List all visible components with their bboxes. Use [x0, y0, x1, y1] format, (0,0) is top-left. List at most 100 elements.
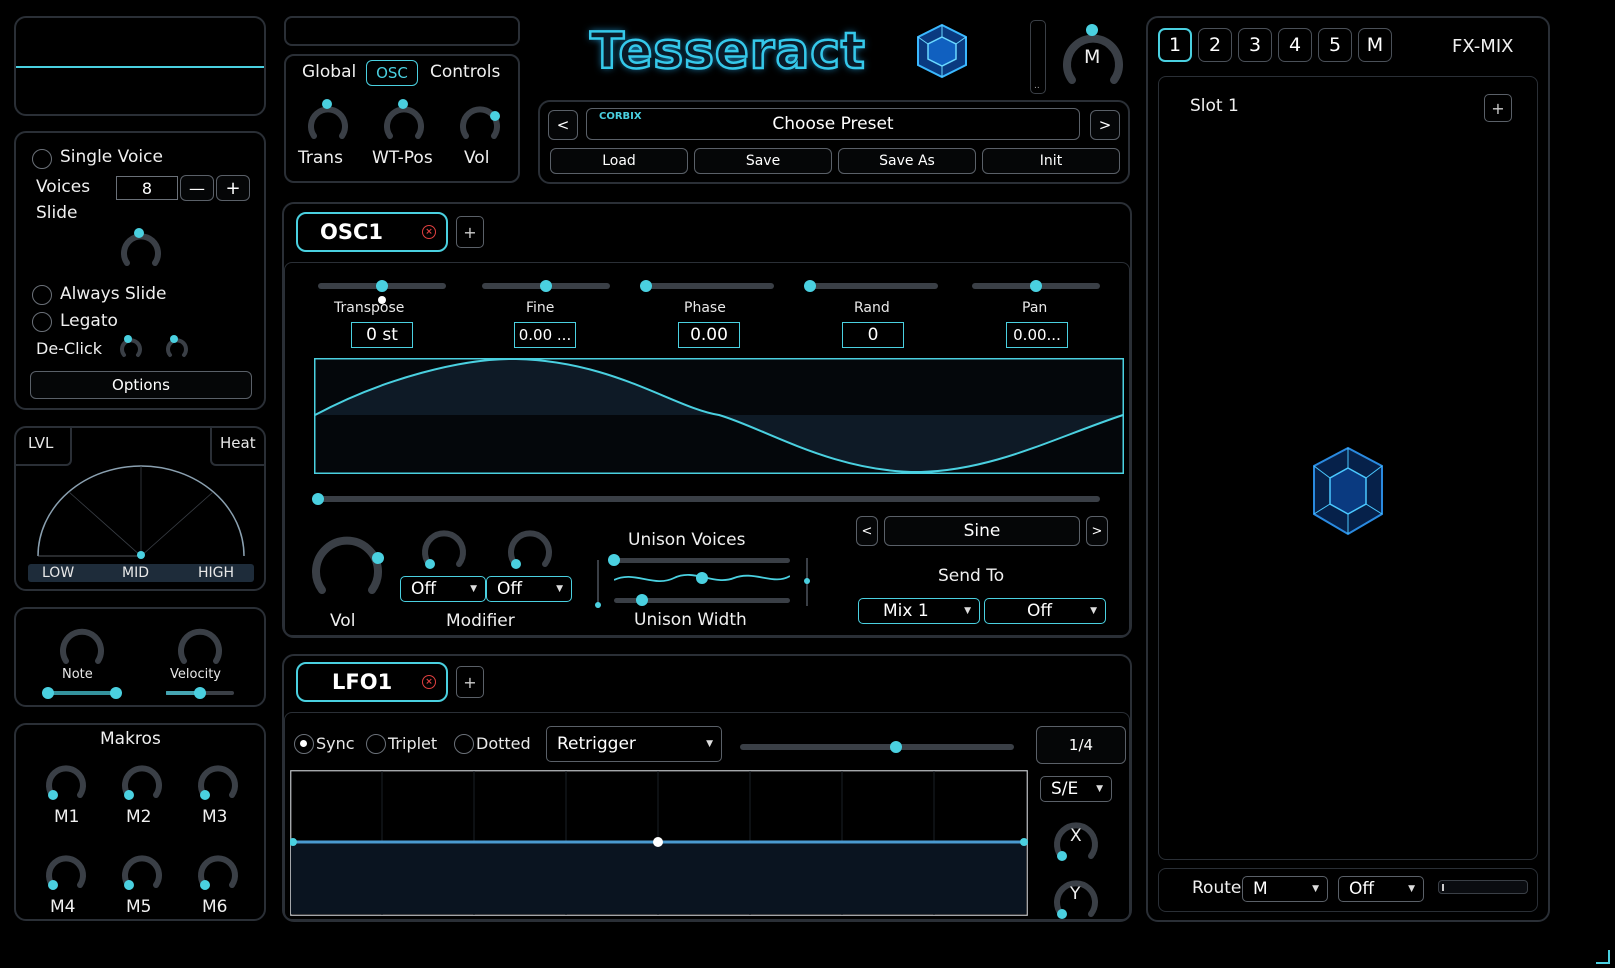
fx-slot-tab-2[interactable]: 2 — [1198, 28, 1232, 62]
waveform-display — [314, 358, 1124, 474]
wavetable-position-handle[interactable] — [312, 493, 324, 505]
makro-knob-m1[interactable] — [42, 757, 90, 801]
preset-save-as-button[interactable]: Save As — [838, 148, 976, 174]
rand-value[interactable]: 0 — [842, 322, 904, 348]
add-lfo-button[interactable]: + — [456, 666, 484, 698]
declick-knob-1[interactable] — [118, 333, 144, 359]
waveform-prev-button[interactable]: < — [856, 516, 878, 546]
makro-knob-m6[interactable] — [194, 847, 242, 891]
lfo-tab[interactable]: LFO1 × — [296, 662, 448, 702]
modifier-1-value: Off — [411, 579, 437, 599]
slide-knob[interactable] — [116, 223, 166, 273]
trans-knob[interactable] — [304, 96, 352, 142]
send-to-dropdown-2[interactable]: Off ▼ — [984, 598, 1106, 624]
top-empty-field[interactable] — [284, 16, 520, 46]
note-knob[interactable] — [54, 617, 110, 667]
tab-osc[interactable]: OSC — [366, 60, 418, 86]
rand-handle[interactable] — [804, 280, 816, 292]
band-low[interactable]: LOW — [42, 565, 74, 581]
fx-slot-5-label: 5 — [1328, 34, 1342, 56]
transpose-value[interactable]: 0 st — [351, 322, 413, 348]
tab-controls[interactable]: Controls — [430, 62, 500, 82]
fx-add-button[interactable]: + — [1484, 94, 1512, 122]
makro-knob-m4[interactable] — [42, 847, 90, 891]
tab-global[interactable]: Global — [302, 62, 356, 82]
phase-value[interactable]: 0.00 — [678, 322, 740, 348]
lfo-shape-editor[interactable] — [290, 770, 1028, 916]
osc-tab[interactable]: OSC1 × — [296, 212, 448, 252]
fx-slot-tab-3[interactable]: 3 — [1238, 28, 1272, 62]
velocity-range-handle[interactable] — [194, 687, 206, 699]
waveform-next-button[interactable]: > — [1086, 516, 1108, 546]
declick-knob-2[interactable] — [164, 333, 190, 359]
fx-slot-tab-1[interactable]: 1 — [1158, 28, 1192, 62]
modifier-dropdown-2[interactable]: Off ▼ — [486, 576, 572, 602]
fx-mix-label[interactable]: FX-MIX — [1452, 36, 1513, 57]
note-range-low-handle[interactable] — [42, 687, 54, 699]
preset-prev-button[interactable]: < — [548, 110, 578, 140]
options-button[interactable]: Options — [30, 371, 252, 399]
rand-slider[interactable] — [810, 283, 938, 289]
fx-slot-tab-m[interactable]: M — [1358, 28, 1392, 62]
preset-load-button[interactable]: Load — [550, 148, 688, 174]
lfo-rate-slider[interactable] — [740, 744, 1014, 750]
lfo-rate-handle[interactable] — [890, 741, 902, 753]
osc-vol-knob[interactable] — [306, 524, 388, 598]
modifier-knob-1[interactable] — [418, 522, 470, 570]
lfo-rate-value[interactable]: 1/4 — [1036, 726, 1126, 764]
route-dropdown-1[interactable]: M ▼ — [1242, 876, 1328, 902]
route-amount-slider[interactable] — [1438, 880, 1528, 894]
makro-knob-m3[interactable] — [194, 757, 242, 801]
band-high[interactable]: HIGH — [198, 565, 234, 581]
route-dropdown-2[interactable]: Off ▼ — [1338, 876, 1424, 902]
preset-save-button[interactable]: Save — [694, 148, 832, 174]
band-mid[interactable]: MID — [122, 565, 149, 581]
voices-increment-button[interactable]: + — [216, 175, 250, 201]
waveform-selector[interactable]: Sine — [884, 516, 1080, 546]
level-panel: LVL Heat LOW MID HIGH — [14, 426, 266, 591]
send-to-dropdown-1[interactable]: Mix 1 ▼ — [858, 598, 980, 624]
triplet-radio[interactable] — [366, 734, 386, 754]
unison-width-handle[interactable] — [636, 594, 648, 606]
makro-knob-m5[interactable] — [118, 847, 166, 891]
makro-knob-m2[interactable] — [118, 757, 166, 801]
lfo-se-dropdown[interactable]: S/E ▼ — [1040, 776, 1112, 802]
preset-next-button[interactable]: > — [1090, 110, 1120, 140]
pan-handle[interactable] — [1030, 280, 1042, 292]
modifier-dropdown-1[interactable]: Off ▼ — [400, 576, 486, 602]
phase-handle[interactable] — [640, 280, 652, 292]
sync-radio[interactable] — [294, 734, 314, 754]
wavetable-position-slider[interactable] — [316, 496, 1100, 502]
note-range-high-handle[interactable] — [110, 687, 122, 699]
fine-handle[interactable] — [540, 280, 552, 292]
close-icon[interactable]: × — [422, 225, 436, 239]
dotted-radio[interactable] — [454, 734, 474, 754]
velocity-knob[interactable] — [172, 617, 228, 667]
close-icon[interactable]: × — [422, 675, 436, 689]
legato-radio[interactable] — [32, 312, 52, 332]
unison-voices-slider[interactable] — [614, 558, 790, 563]
preset-init-button[interactable]: Init — [982, 148, 1120, 174]
voices-decrement-button[interactable]: — — [180, 175, 214, 201]
fx-slot-tab-5[interactable]: 5 — [1318, 28, 1352, 62]
note-range-slider[interactable] — [46, 691, 116, 695]
pan-value[interactable]: 0.00... — [1006, 322, 1068, 348]
add-osc-button[interactable]: + — [456, 216, 484, 248]
chevron-left-icon: < — [556, 116, 570, 134]
vol-knob-global[interactable] — [456, 96, 504, 142]
lfo-mode-dropdown[interactable]: Retrigger ▼ — [546, 726, 722, 762]
plus-icon: + — [463, 672, 477, 692]
preset-name-display[interactable]: CORBIX Choose Preset — [586, 108, 1080, 140]
fine-value[interactable]: 0.00 ... — [514, 322, 576, 348]
voices-value-field[interactable]: 8 — [116, 176, 178, 200]
fx-slot-tab-4[interactable]: 4 — [1278, 28, 1312, 62]
transpose-handle[interactable] — [376, 280, 388, 292]
unison-voices-handle[interactable] — [608, 554, 620, 566]
resize-handle[interactable] — [1596, 950, 1610, 964]
phase-slider[interactable] — [646, 283, 774, 289]
wt-pos-knob[interactable] — [380, 96, 428, 142]
single-voice-radio[interactable] — [32, 149, 52, 169]
makro-label-m4: M4 — [50, 897, 76, 917]
always-slide-radio[interactable] — [32, 285, 52, 305]
modifier-knob-2[interactable] — [504, 522, 556, 570]
